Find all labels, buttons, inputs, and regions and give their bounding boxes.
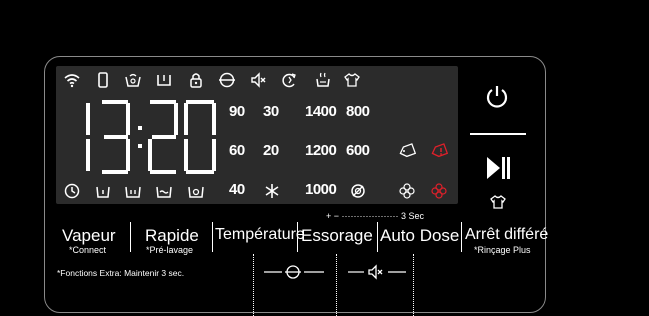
auto-dose-hint: + − ··················· 3 Sec <box>326 211 424 221</box>
prewash-icon <box>94 182 112 200</box>
separator <box>297 222 298 252</box>
shirt-icon <box>489 193 507 211</box>
temp-30: 30 <box>263 103 279 120</box>
mute-combo-icon <box>348 263 406 281</box>
essorage-button[interactable]: Essorage <box>301 226 373 246</box>
separator <box>377 222 378 252</box>
snowflake-icon <box>263 182 281 200</box>
basin-icon <box>155 71 173 89</box>
phone-icon <box>94 71 112 89</box>
lock-icon <box>187 71 205 89</box>
spin-1400: 1400 <box>305 103 337 120</box>
connector-essorage <box>336 254 337 316</box>
time-display <box>64 98 224 176</box>
rinse-icon <box>155 182 173 200</box>
detergent-alert-icon <box>430 142 448 160</box>
connector-temperature <box>253 254 254 316</box>
power-button[interactable] <box>483 83 511 111</box>
soak-icon <box>314 71 332 89</box>
separator <box>212 222 213 252</box>
fluff-alert-icon <box>430 182 448 200</box>
spin-icon <box>187 182 205 200</box>
drum-lock-combo-icon <box>264 263 324 281</box>
temp-60: 60 <box>229 142 245 159</box>
extra-functions-note: *Fonctions Extra: Maintenir 3 sec. <box>57 268 185 278</box>
steam-drum-icon <box>218 71 236 89</box>
separator <box>130 222 131 252</box>
arret-differe-button[interactable]: Arrêt différé <box>465 226 548 244</box>
no-spin-icon <box>349 182 367 200</box>
spin-1200: 1200 <box>305 142 337 159</box>
temp-40: 40 <box>229 181 245 198</box>
wifi-icon <box>63 71 81 89</box>
eco-icon <box>280 71 298 89</box>
separator <box>461 222 462 252</box>
detergent-tag-icon <box>398 142 416 160</box>
temperature-button[interactable]: Température <box>215 226 305 244</box>
shirt-icon <box>343 71 361 89</box>
connector-auto-dose <box>413 254 414 316</box>
tub-clean-icon <box>124 71 142 89</box>
vapeur-button[interactable]: Vapeur <box>62 226 116 246</box>
rapide-sub: *Pré-lavage <box>146 245 194 255</box>
rapide-button[interactable]: Rapide <box>145 226 199 246</box>
temp-90: 90 <box>229 103 245 120</box>
start-pause-button[interactable] <box>484 155 512 181</box>
temp-20: 20 <box>263 142 279 159</box>
mainwash-icon <box>124 182 142 200</box>
auto-dose-button[interactable]: Auto Dose <box>380 226 459 246</box>
arret-differe-sub: *Rinçage Plus <box>474 245 531 255</box>
spin-600: 600 <box>346 142 370 159</box>
spin-1000: 1000 <box>305 181 337 198</box>
clock-icon <box>63 182 81 200</box>
divider-line <box>470 133 526 135</box>
mute-icon <box>249 71 267 89</box>
vapeur-sub: *Connect <box>69 245 107 255</box>
spin-800: 800 <box>346 103 370 120</box>
fluff-icon <box>398 182 416 200</box>
